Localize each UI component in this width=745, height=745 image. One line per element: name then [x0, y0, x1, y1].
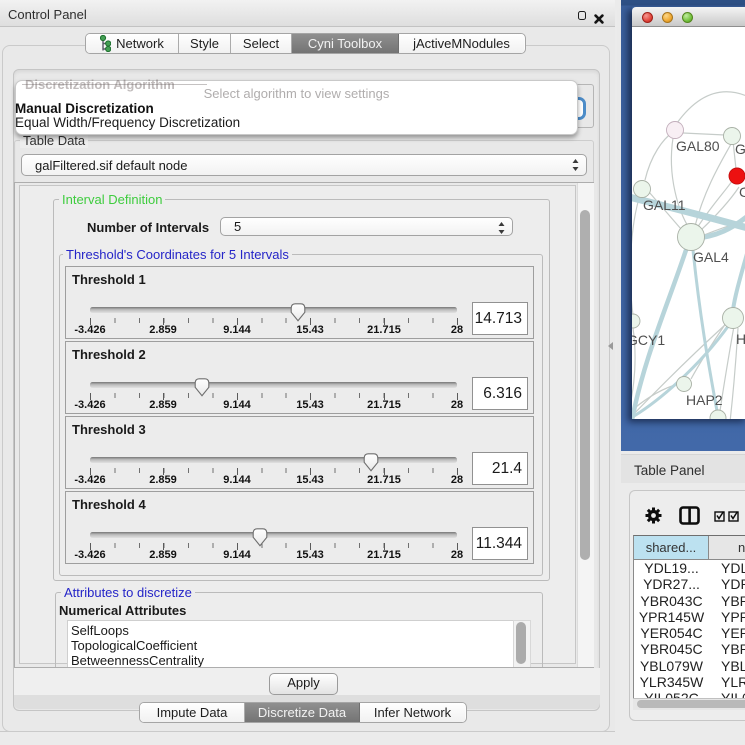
svg-text:HAP2: HAP2 [686, 392, 723, 408]
svg-text:C: C [739, 184, 745, 200]
svg-text:GAL4: GAL4 [693, 249, 729, 265]
svg-text:GA: GA [735, 141, 745, 157]
svg-text:GAL80: GAL80 [676, 138, 720, 154]
svg-text:GCY1: GCY1 [632, 332, 665, 348]
svg-text:GAL11: GAL11 [643, 197, 686, 213]
svg-text:H: H [736, 331, 745, 347]
